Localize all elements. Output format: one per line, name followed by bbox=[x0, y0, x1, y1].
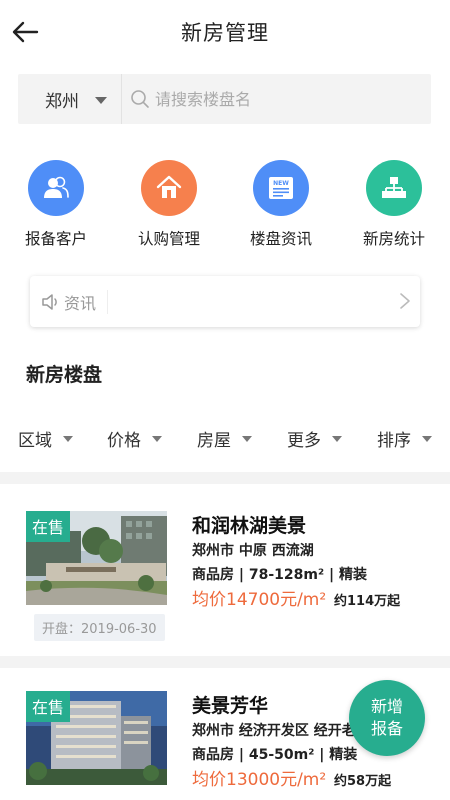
listing-address: 郑州市 经济开发区 经开老 bbox=[192, 723, 356, 739]
caret-down-icon bbox=[242, 435, 252, 442]
listing-total: 约114万起 bbox=[334, 594, 401, 609]
caret-down-icon bbox=[332, 435, 342, 442]
speaker-icon bbox=[42, 293, 57, 310]
news-label: 资讯 bbox=[64, 293, 97, 313]
filter-label: 价格 bbox=[107, 431, 141, 451]
listing-photo: 在售 bbox=[26, 511, 167, 605]
menu-item-subscription[interactable]: 认购管理 bbox=[119, 160, 219, 249]
svg-text:NEW: NEW bbox=[273, 180, 289, 187]
caret-down-icon bbox=[152, 435, 162, 442]
news-icon: NEW bbox=[253, 160, 309, 216]
page-title: 新房管理 bbox=[181, 21, 269, 45]
menu-item-statistics[interactable]: 新房统计 bbox=[344, 160, 444, 249]
filter-price[interactable]: 价格 bbox=[107, 426, 162, 451]
status-badge: 在售 bbox=[26, 511, 71, 542]
filter-sort[interactable]: 排序 bbox=[377, 426, 432, 451]
fab-label-line1: 新增 bbox=[370, 697, 403, 716]
house-icon bbox=[141, 160, 197, 216]
filter-label: 区域 bbox=[18, 431, 52, 451]
filter-area[interactable]: 区域 bbox=[18, 426, 73, 451]
search-bar: 郑州 bbox=[18, 74, 431, 124]
news-divider bbox=[107, 289, 109, 314]
listing-total: 约58万起 bbox=[334, 774, 392, 789]
listing-price: 均价14700元/m² bbox=[192, 590, 327, 610]
section-separator bbox=[0, 472, 450, 484]
listing-name: 和润林湖美景 bbox=[192, 515, 307, 537]
city-label: 郑州 bbox=[45, 91, 79, 112]
caret-down-icon bbox=[63, 435, 73, 442]
add-report-button[interactable]: 新增 报备 bbox=[349, 680, 425, 756]
listing-address: 郑州市 中原 西流湖 bbox=[192, 543, 314, 559]
menu-item-report-customer[interactable]: 报备客户 bbox=[6, 160, 106, 249]
listing-photo: 在售 bbox=[26, 691, 167, 785]
listing-name: 美景芳华 bbox=[192, 695, 269, 717]
filter-label: 房屋 bbox=[197, 431, 231, 451]
search-input[interactable] bbox=[155, 89, 415, 109]
app-header: 新房管理 bbox=[0, 0, 450, 64]
filter-bar: 区域 价格 房屋 更多 排序 bbox=[0, 426, 450, 458]
chevron-down-icon bbox=[95, 96, 107, 104]
filter-house[interactable]: 房屋 bbox=[197, 426, 252, 451]
listing-card[interactable]: 在售 和润林湖美景 郑州市 中原 西流湖 商品房 | 78-128m² | 精装… bbox=[0, 511, 450, 646]
quick-menu: 报备客户 认购管理 NEW 楼盘资讯 新房统计 bbox=[0, 160, 450, 250]
listing-open-date: 开盘：2019-06-30 bbox=[34, 614, 165, 641]
fab-label-line2: 报备 bbox=[370, 719, 403, 738]
search-divider bbox=[121, 74, 122, 124]
listing-price: 均价13000元/m² bbox=[192, 770, 327, 790]
hierarchy-icon bbox=[366, 160, 422, 216]
status-badge: 在售 bbox=[26, 691, 71, 722]
section-title: 新房楼盘 bbox=[26, 364, 103, 386]
menu-label: 认购管理 bbox=[137, 230, 200, 248]
listing-type: 商品房 | 45-50m² | 精装 bbox=[192, 747, 358, 763]
search-icon bbox=[131, 90, 149, 108]
back-arrow-icon[interactable] bbox=[10, 16, 42, 48]
chevron-right-icon bbox=[400, 293, 410, 309]
menu-label: 新房统计 bbox=[362, 230, 425, 248]
listing-type: 商品房 | 78-128m² | 精装 bbox=[192, 567, 367, 583]
menu-label: 报备客户 bbox=[24, 230, 87, 248]
menu-label: 楼盘资讯 bbox=[249, 230, 312, 248]
filter-label: 排序 bbox=[377, 431, 411, 451]
news-ticker[interactable]: 资讯 bbox=[30, 276, 420, 327]
users-icon bbox=[28, 160, 84, 216]
caret-down-icon bbox=[422, 435, 432, 442]
menu-item-property-news[interactable]: NEW 楼盘资讯 bbox=[231, 160, 331, 249]
city-selector[interactable]: 郑州 bbox=[18, 87, 121, 112]
filter-label: 更多 bbox=[287, 431, 321, 451]
filter-more[interactable]: 更多 bbox=[287, 426, 342, 451]
section-separator bbox=[0, 656, 450, 668]
